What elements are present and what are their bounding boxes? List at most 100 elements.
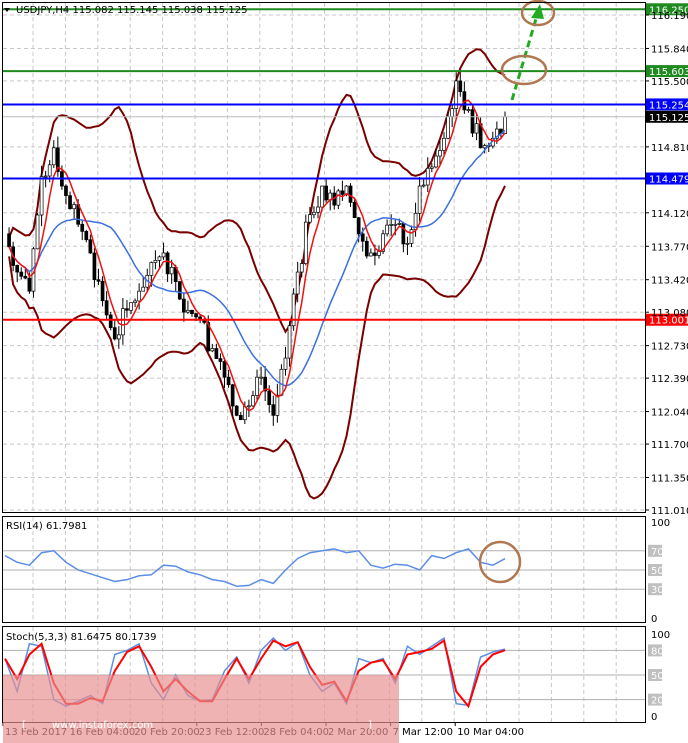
candle-body (434, 155, 438, 168)
candle-body (15, 265, 20, 273)
candle-body (165, 252, 170, 275)
candle-body (226, 376, 231, 386)
candle-body (35, 214, 40, 250)
indicator-tick-label: 70 (651, 547, 664, 558)
candle-body (417, 185, 422, 214)
candle-body (84, 231, 89, 241)
candle-body (19, 271, 24, 277)
price-tick-label: 111.700 (651, 440, 688, 451)
indicator-tick-label: 100 (651, 518, 670, 529)
price-tick-label: 111.010 (651, 506, 688, 517)
candle-body (369, 252, 373, 257)
price-tick-label: 112.040 (651, 408, 688, 419)
instaforex-watermark: [ www.instaforex.com ] (3, 675, 399, 743)
candle-body (482, 145, 487, 149)
candle-body (385, 224, 389, 235)
candle-body (340, 190, 345, 195)
price-tick-label: 111.350 (651, 474, 688, 485)
bollinger-upper (8, 48, 506, 334)
candle-body (356, 217, 361, 235)
indicator-tick-label: 20 (651, 696, 664, 707)
candle-body (450, 108, 455, 117)
candle-body (190, 309, 194, 314)
indicator-tick-label: 30 (651, 585, 664, 596)
bollinger-lower (8, 185, 506, 500)
level-price-label: 115.254 (649, 100, 688, 111)
candle-body (177, 281, 182, 300)
candle-body (121, 308, 125, 336)
candle-body (352, 201, 357, 219)
candle-body (238, 415, 243, 421)
candle-body (23, 275, 28, 279)
candle-body (271, 404, 276, 416)
candle-body (186, 309, 190, 313)
stoch-title: Stoch(5,3,3) 81.6475 80.1739 (6, 632, 157, 643)
candle-body (401, 223, 406, 245)
candle-body (27, 277, 32, 292)
candle-body (397, 223, 402, 225)
candle-body (251, 395, 255, 407)
candle-body (182, 298, 186, 313)
indicator-tick-label: 100 (651, 630, 670, 641)
candle-body (234, 405, 239, 416)
candle-body (291, 293, 296, 327)
candle-body (320, 185, 324, 208)
price-tick-label: 115.840 (651, 44, 688, 55)
candle-body (39, 176, 44, 216)
candle-body (218, 358, 223, 362)
candle-body (446, 116, 450, 139)
svg-text:[: [ (22, 720, 26, 731)
price-tick-label: 114.810 (651, 143, 688, 154)
svg-text:www.instaforex.com: www.instaforex.com (52, 720, 153, 731)
candle-body (255, 376, 259, 396)
trading-chart: 116.250115.603115.254115.125114.479113.0… (2, 0, 688, 743)
candle-body (129, 302, 133, 311)
time-tick-label: 10 Mar 04:00 (457, 727, 524, 738)
candle-body (312, 211, 316, 216)
indicator-tick-label: 80 (651, 646, 664, 657)
candle-body (153, 260, 158, 263)
time-tick-label: 7 Mar 12:00 (393, 727, 453, 738)
candle-body (43, 175, 48, 178)
candle-body (169, 266, 174, 275)
candle-body (7, 233, 11, 248)
candle-body (161, 252, 166, 258)
level-price-label: 115.125 (649, 113, 688, 124)
candle-body (275, 394, 280, 416)
candle-body (470, 109, 475, 134)
candle-body (72, 204, 76, 210)
candle-body (149, 262, 154, 276)
candle-body (458, 80, 463, 93)
candle-body (405, 243, 410, 245)
indicator-tick-label: 0 (651, 614, 657, 625)
candle-body (247, 405, 251, 408)
candle-body (116, 334, 121, 340)
indicator-tick-label: 50 (651, 671, 664, 682)
candle-body (230, 384, 235, 407)
price-tick-label: 113.080 (651, 308, 688, 319)
candle-body (348, 185, 353, 203)
candle-body (299, 263, 304, 273)
candle-body (364, 240, 369, 257)
candle-body (287, 325, 292, 359)
arrow-head-icon (531, 4, 544, 19)
candle-body (210, 348, 215, 352)
price-tick-label: 112.390 (651, 374, 688, 385)
candle-body (466, 109, 471, 111)
level-lines: 116.250115.603115.254115.125114.479113.0… (3, 3, 688, 327)
candle-body (389, 224, 394, 226)
candle-body (267, 390, 272, 406)
candle-body (108, 314, 113, 329)
candle-body (88, 239, 93, 254)
candle-body (303, 221, 308, 265)
candle-body (68, 195, 72, 210)
svg-text:]: ] (368, 720, 372, 731)
candle-body (96, 279, 101, 282)
candle-body (308, 214, 312, 223)
candle-body (442, 137, 446, 151)
candle-body (194, 313, 198, 318)
candle-body (474, 123, 479, 134)
candle-body (112, 327, 117, 340)
candle-body (104, 300, 109, 316)
price-tick-label: 113.420 (651, 276, 688, 287)
